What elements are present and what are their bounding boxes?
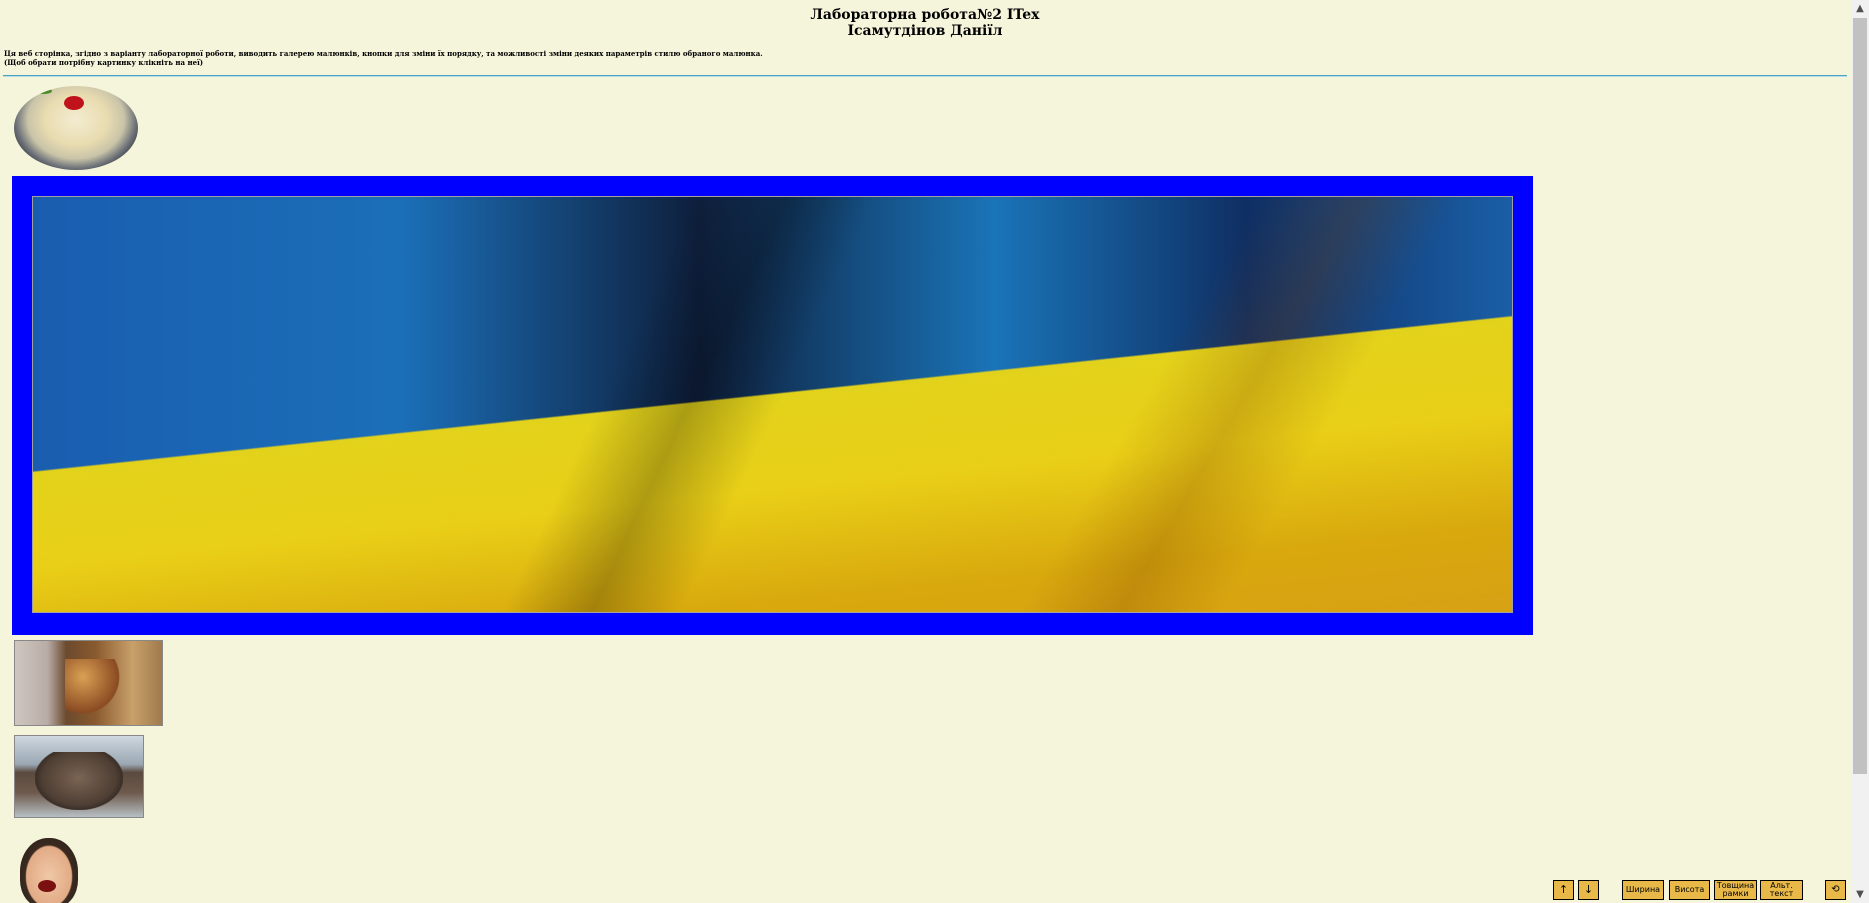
vertical-scrollbar[interactable]: ▲ ▼ xyxy=(1851,0,1869,903)
width-button[interactable]: Ширина xyxy=(1622,880,1664,900)
face-shape xyxy=(20,838,78,903)
scroll-down-arrow-icon[interactable]: ▼ xyxy=(1851,886,1869,903)
selected-image-border[interactable] xyxy=(12,176,1533,635)
page-title-line1: Лабораторна робота№2 ITex xyxy=(810,7,1040,23)
mouth-shape xyxy=(38,880,56,892)
reset-button[interactable]: ⟲ xyxy=(1825,880,1846,900)
alt-text-button[interactable]: Альт. текст xyxy=(1760,880,1803,900)
description-line1: Ця веб сторінка, згідно з варіанту лабор… xyxy=(4,49,763,58)
gallery-image-mr-bean[interactable] xyxy=(14,836,88,903)
page-description: Ця веб сторінка, згідно з варіанту лабор… xyxy=(4,49,1004,67)
cathedral-domes xyxy=(65,659,125,719)
border-thickness-label-line2: рамки xyxy=(1722,889,1749,898)
scrollbar-thumb[interactable] xyxy=(1853,18,1867,774)
height-button[interactable]: Висота xyxy=(1669,880,1710,900)
move-up-button[interactable]: ↑ xyxy=(1553,880,1574,900)
alt-text-label-line2: текст xyxy=(1769,889,1794,898)
scroll-up-arrow-icon[interactable]: ▲ xyxy=(1851,0,1869,17)
gallery-image-cat-cathedral[interactable] xyxy=(14,640,163,726)
flag-fold-shadow xyxy=(982,197,1484,612)
parsley-decoration xyxy=(36,88,52,94)
ketchup-decoration xyxy=(64,96,84,110)
description-line2: (Щоб обрати потрібну картинку клікніть н… xyxy=(4,58,204,67)
border-thickness-button[interactable]: Товщина рамки xyxy=(1714,880,1757,900)
seal-body xyxy=(35,752,123,810)
page-title-line2: Ісамутдінов Даніїл xyxy=(847,23,1003,39)
page: Лабораторна робота№2 ITex Ісамутдінов Да… xyxy=(0,0,1850,903)
gallery-image-elephant-seal[interactable] xyxy=(14,735,144,818)
flag-fold-shadow xyxy=(471,197,895,612)
page-title: Лабораторна робота№2 ITex Ісамутдінов Да… xyxy=(0,7,1850,39)
divider-line xyxy=(3,75,1847,77)
gallery-image-ukraine-flag[interactable] xyxy=(32,196,1513,613)
move-down-button[interactable]: ↓ xyxy=(1578,880,1599,900)
gallery-image-dumplings[interactable] xyxy=(14,86,138,170)
